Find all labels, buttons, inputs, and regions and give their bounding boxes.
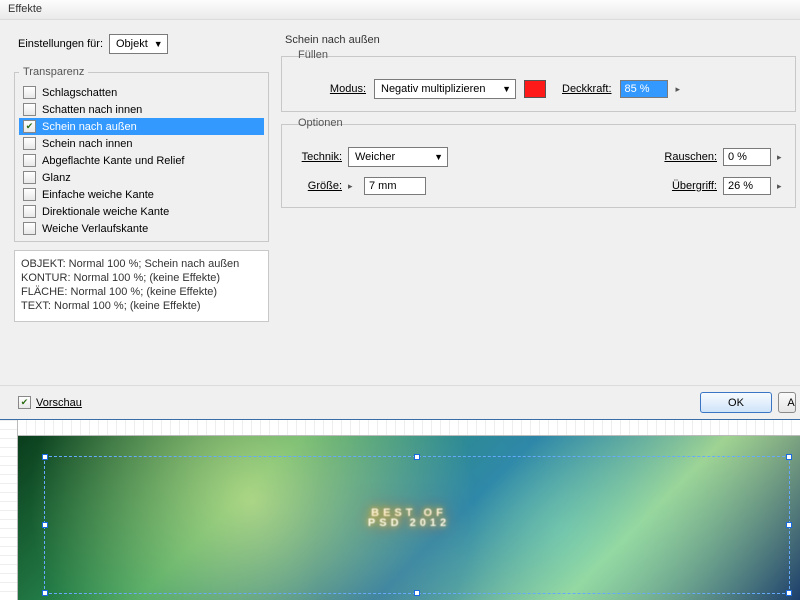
effects-list-group: Transparenz Schlagschatten Schatten nach … (14, 66, 269, 242)
effect-item-8[interactable]: Weiche Verlaufskante (19, 220, 264, 237)
ok-button[interactable]: OK (700, 392, 772, 413)
effect-label: Schlagschatten (42, 87, 117, 99)
checkbox-icon (18, 396, 31, 409)
opacity-label: Deckkraft: (562, 83, 612, 95)
technique-dropdown[interactable]: Weicher ▼ (348, 147, 448, 167)
noise-label: Rauschen: (664, 151, 717, 163)
settings-for-dropdown[interactable]: Objekt ▼ (109, 34, 168, 54)
left-column: Einstellungen für: Objekt ▼ Transparenz … (14, 34, 269, 322)
opacity-input[interactable]: 85 % (620, 80, 668, 98)
effect-label: Einfache weiche Kante (42, 189, 154, 201)
vertical-ruler (0, 420, 18, 600)
chevron-down-icon: ▼ (502, 84, 511, 94)
panel-title: Schein nach außen (285, 34, 796, 46)
canvas-area: BEST OF PSD 2012 (0, 420, 800, 600)
effect-label: Schein nach außen (42, 121, 137, 133)
handle-bm[interactable] (414, 590, 420, 596)
effect-item-3[interactable]: Schein nach innen (19, 135, 264, 152)
chevron-down-icon: ▼ (434, 152, 443, 162)
effects-dialog: Effekte Einstellungen für: Objekt ▼ Tran… (0, 0, 800, 420)
summary-line: OBJEKT: Normal 100 %; Schein nach außen (21, 257, 262, 271)
preview-label: Vorschau (36, 397, 82, 409)
preview-checkbox[interactable]: Vorschau (18, 396, 82, 409)
summary-line: TEXT: Normal 100 %; (keine Effekte) (21, 299, 262, 313)
handle-bl[interactable] (42, 590, 48, 596)
effect-label: Schein nach innen (42, 138, 133, 150)
handle-tl[interactable] (42, 454, 48, 460)
effects-summary: OBJEKT: Normal 100 %; Schein nach außenK… (14, 250, 269, 322)
mode-label: Modus: (318, 83, 366, 95)
effect-checkbox[interactable] (23, 103, 36, 116)
technique-label: Technik: (290, 151, 342, 163)
chevron-down-icon: ▼ (154, 39, 163, 49)
effect-item-5[interactable]: Glanz (19, 169, 264, 186)
handle-mr[interactable] (786, 522, 792, 528)
opacity-spinner[interactable]: ▸ (676, 84, 686, 95)
effect-item-4[interactable]: Abgeflachte Kante und Relief (19, 152, 264, 169)
options-group: Optionen Technik: Weicher ▼ Rauschen: 0 … (281, 124, 796, 208)
effect-label: Schatten nach innen (42, 104, 142, 116)
effect-item-1[interactable]: Schatten nach innen (19, 101, 264, 118)
effect-checkbox[interactable] (23, 205, 36, 218)
handle-br[interactable] (786, 590, 792, 596)
effect-checkbox[interactable] (23, 137, 36, 150)
summary-line: FLÄCHE: Normal 100 %; (keine Effekte) (21, 285, 262, 299)
settings-for-label: Einstellungen für: (18, 38, 103, 50)
size-spinner[interactable]: ▸ (348, 181, 358, 192)
handle-tm[interactable] (414, 454, 420, 460)
effect-item-6[interactable]: Einfache weiche Kante (19, 186, 264, 203)
spread-value: 26 % (728, 180, 753, 192)
effect-label: Glanz (42, 172, 71, 184)
handle-ml[interactable] (42, 522, 48, 528)
horizontal-ruler (18, 420, 800, 436)
opacity-value: 85 % (625, 83, 650, 95)
effect-label: Abgeflachte Kante und Relief (42, 155, 185, 167)
noise-input[interactable]: 0 % (723, 148, 771, 166)
ok-label: OK (728, 397, 744, 409)
selection-box[interactable] (44, 456, 790, 594)
spread-spinner[interactable]: ▸ (777, 181, 787, 192)
effect-item-2[interactable]: Schein nach außen (19, 118, 264, 135)
effect-checkbox[interactable] (23, 120, 36, 133)
cancel-button[interactable]: A (778, 392, 796, 413)
technique-value: Weicher (355, 151, 395, 163)
effect-label: Weiche Verlaufskante (42, 223, 148, 235)
mode-dropdown[interactable]: Negativ multiplizieren ▼ (374, 79, 516, 99)
size-value: 7 mm (369, 180, 397, 192)
window-title: Effekte (0, 0, 800, 20)
effect-checkbox[interactable] (23, 171, 36, 184)
handle-tr[interactable] (786, 454, 792, 460)
noise-spinner[interactable]: ▸ (777, 152, 787, 163)
noise-value: 0 % (728, 151, 747, 163)
dialog-footer: Vorschau OK A (0, 385, 800, 419)
effect-checkbox[interactable] (23, 222, 36, 235)
fill-group: Füllen Modus: Negativ multiplizieren ▼ D… (281, 56, 796, 112)
mode-value: Negativ multiplizieren (381, 83, 486, 95)
spread-input[interactable]: 26 % (723, 177, 771, 195)
right-column: Schein nach außen Füllen Modus: Negativ … (281, 34, 800, 322)
effect-checkbox[interactable] (23, 154, 36, 167)
effect-item-7[interactable]: Direktionale weiche Kante (19, 203, 264, 220)
spread-label: Übergriff: (672, 180, 717, 192)
effect-item-0[interactable]: Schlagschatten (19, 84, 264, 101)
color-swatch[interactable] (524, 80, 546, 98)
size-label: Größe: (302, 180, 342, 192)
artboard[interactable]: BEST OF PSD 2012 (18, 436, 800, 600)
cancel-label: A (787, 397, 794, 409)
settings-for-value: Objekt (116, 38, 148, 50)
summary-line: KONTUR: Normal 100 %; (keine Effekte) (21, 271, 262, 285)
size-input[interactable]: 7 mm (364, 177, 426, 195)
effects-legend: Transparenz (19, 66, 88, 78)
effect-checkbox[interactable] (23, 86, 36, 99)
effect-checkbox[interactable] (23, 188, 36, 201)
effect-label: Direktionale weiche Kante (42, 206, 169, 218)
